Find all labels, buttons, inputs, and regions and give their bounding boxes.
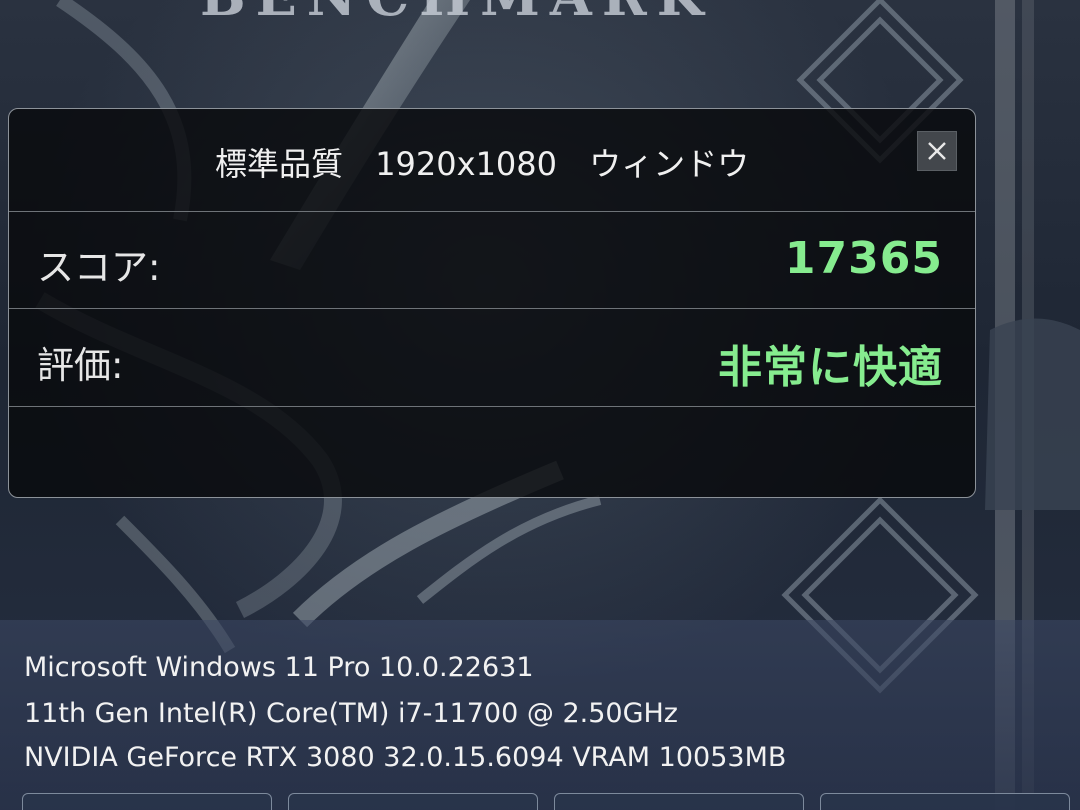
- bottom-button-4[interactable]: [820, 793, 1070, 810]
- result-dialog: 標準品質 1920x1080 ウィンドウ スコア: 17365 評価: 非常に快…: [8, 108, 976, 498]
- bottom-button-2[interactable]: [288, 793, 538, 810]
- system-info-panel: Microsoft Windows 11 Pro 10.0.22631 11th…: [0, 620, 1080, 810]
- settings-summary: 標準品質 1920x1080 ウィンドウ: [215, 139, 771, 185]
- score-label: スコア:: [37, 246, 161, 289]
- bottom-button-3[interactable]: [554, 793, 804, 810]
- cpu-info: 11th Gen Intel(R) Core(TM) i7-11700 @ 2.…: [24, 698, 678, 729]
- resolution-label: 1920x1080: [375, 145, 557, 183]
- os-info: Microsoft Windows 11 Pro 10.0.22631: [24, 652, 534, 683]
- benchmark-title: BENCHMARK: [200, 0, 714, 28]
- dialog-header: 標準品質 1920x1080 ウィンドウ: [9, 109, 975, 212]
- rating-value: 非常に快適: [718, 342, 943, 393]
- benchmark-screen: BENCHMARK 標準品質 1920x1080 ウィンドウ スコア: 1736…: [0, 0, 1080, 810]
- display-mode-label: ウィンドウ: [589, 145, 750, 183]
- rating-label: 評価:: [37, 344, 124, 387]
- gpu-info: NVIDIA GeForce RTX 3080 32.0.15.6094 VRA…: [24, 742, 787, 773]
- bottom-button-1[interactable]: [22, 793, 272, 810]
- quality-label: 標準品質: [215, 145, 344, 183]
- close-button[interactable]: [917, 131, 957, 171]
- score-row: スコア: 17365: [9, 211, 975, 309]
- close-icon: [928, 142, 946, 160]
- rating-row: 評価: 非常に快適: [9, 309, 975, 407]
- score-value: 17365: [784, 233, 943, 284]
